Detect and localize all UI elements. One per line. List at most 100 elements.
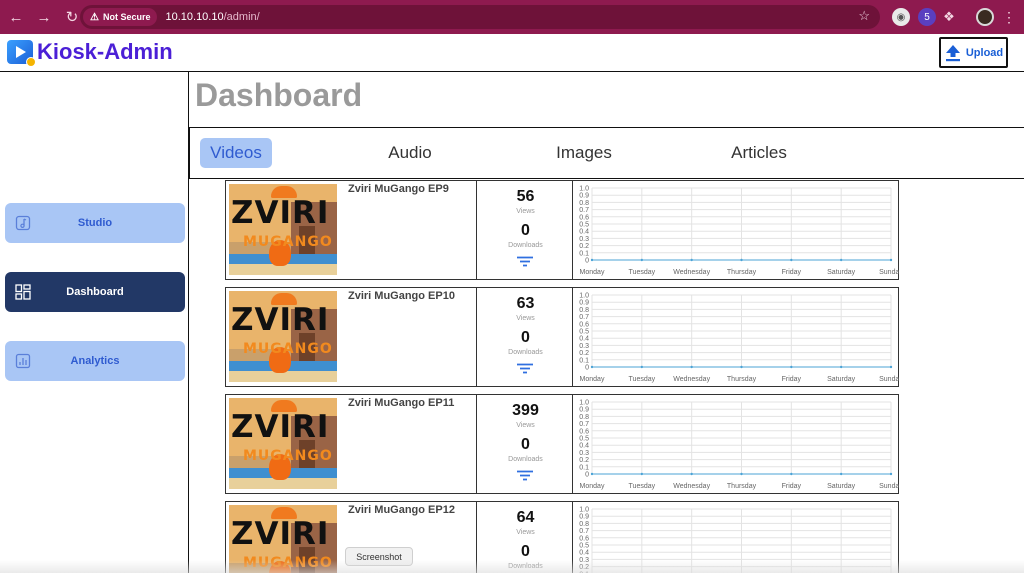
x-tick-label: Friday [782,376,802,383]
upload-icon [945,44,960,61]
video-stats: 56 Views 0 Downloads [476,181,573,279]
video-card[interactable]: ZVIRI MUGANGO Zviri MuGango EP11 399 Views 0 D… [225,394,899,494]
data-point [640,258,644,262]
y-tick-label: 1.0 [579,507,589,514]
browser-menu-icon[interactable]: ⋮ [1000,8,1018,26]
x-tick-label: Thursday [727,376,757,383]
app-header: Kiosk-Admin Upload [0,34,1024,72]
music-note-icon [15,215,31,231]
url-text[interactable]: 10.10.10.10/admin/ [165,11,259,23]
x-tick-label: Saturday [827,376,856,383]
data-point [640,472,644,476]
url-path: /admin/ [223,11,260,23]
data-point [690,258,693,262]
views-count: 56 [516,188,535,205]
weekly-views-chart: 1.00.90.80.70.60.50.40.30.20.10 Monday Tue… [574,181,899,279]
thumbnail-subtitle-text: MUGANGO [243,448,333,464]
views-label: Views [516,422,535,429]
puzzle-extensions-icon[interactable]: ❖ [940,8,958,26]
video-thumbnail[interactable]: ZVIRI MUGANGO [229,398,337,489]
sidebar-item-dashboard[interactable]: Dashboard [5,272,185,312]
y-tick-label: 0.8 [579,521,589,528]
y-tick-label: 0.3 [579,343,589,350]
dashboard-grid-icon [15,284,31,300]
x-tick-label: Saturday [827,269,856,276]
sidebar-item-studio[interactable]: Studio [5,203,185,243]
y-tick-label: 0.9 [579,300,589,307]
main-panel: Dashboard Videos Audio Images Articles Z… [189,72,1024,573]
y-tick-label: 0.9 [579,407,589,414]
thumbnail-title-text: ZVIRI [231,302,330,338]
x-tick-label: Monday [580,376,605,383]
data-point [889,258,893,262]
y-tick-label: 0.6 [579,535,589,542]
video-thumbnail[interactable]: ZVIRI MUGANGO [229,291,337,382]
tab-audio[interactable]: Audio [380,138,440,168]
y-tick-label: 0.7 [579,314,589,321]
views-label: Views [516,315,535,322]
filter-icon[interactable] [517,256,533,267]
y-tick-label: 0.4 [579,443,589,450]
x-tick-label: Friday [782,269,802,276]
data-point [590,258,594,262]
tab-images[interactable]: Images [548,138,620,168]
back-icon[interactable]: ← [4,5,28,29]
views-label: Views [516,208,535,215]
y-tick-label: 0 [585,258,589,265]
filter-icon[interactable] [517,363,533,374]
tab-articles[interactable]: Articles [720,138,798,168]
chart-svg: 1.00.90.80.70.60.50.40.30.20.10 Monday Tue… [579,400,899,491]
weekly-views-chart: 1.00.90.80.70.60.50.40.30.20.10 Monday Tue… [574,395,899,493]
sidebar-item-analytics[interactable]: Analytics [5,341,185,381]
y-tick-label: 0.9 [579,514,589,521]
security-indicator[interactable]: ⚠ Not Secure [83,8,158,26]
thumbnail-title-text: ZVIRI [231,195,330,231]
y-tick-label: 0.2 [579,457,589,464]
warning-icon: ⚠ [90,11,99,23]
sidebar-item-label: Analytics [70,355,120,367]
views-count: 399 [512,402,539,419]
x-tick-label: Thursday [727,483,757,490]
browser-toolbar: ← → ↻ ⚠ Not Secure 10.10.10.10/admin/ ☆ … [0,0,1024,34]
downloads-label: Downloads [508,349,543,356]
downloads-count: 0 [521,222,530,239]
data-point [690,365,693,369]
video-stats: 399 Views 0 Downloads [476,395,573,493]
tab-videos[interactable]: Videos [200,138,272,168]
bottom-fade [0,560,1024,573]
video-stats: 63 Views 0 Downloads [476,288,573,386]
y-tick-label: 0.2 [579,350,589,357]
extension-badge-icon[interactable]: 5 [918,8,936,26]
data-point [889,472,893,476]
data-point [590,365,594,369]
url-host: 10.10.10.10 [165,11,224,23]
forward-icon[interactable]: → [32,5,56,29]
media-tabs: Videos Audio Images Articles [189,127,1024,179]
data-point [839,365,843,369]
video-list[interactable]: ZVIRI MUGANGO Zviri MuGango EP9 56 Views 0 Dow… [189,180,1024,573]
filter-icon[interactable] [517,470,533,481]
x-tick-label: Monday [580,483,605,490]
y-tick-label: 0.7 [579,207,589,214]
y-tick-label: 0.4 [579,550,589,557]
y-tick-label: 0 [585,365,589,372]
shield-extension-icon[interactable]: ◉ [892,8,910,26]
video-thumbnail[interactable]: ZVIRI MUGANGO [229,184,337,275]
views-label: Views [516,529,535,536]
upload-label: Upload [965,46,1004,59]
address-bar[interactable]: ⚠ Not Secure 10.10.10.10/admin/ ☆ [80,5,880,29]
data-point [590,472,594,476]
data-point [839,258,843,262]
x-tick-label: Thursday [727,269,757,276]
x-tick-label: Sunday [879,376,899,383]
upload-button[interactable]: Upload [939,37,1008,68]
data-point [839,472,843,476]
video-card[interactable]: ZVIRI MUGANGO Zviri MuGango EP9 56 Views 0 Dow… [225,180,899,280]
extension-badge-count: 5 [924,11,930,23]
bookmark-star-icon[interactable]: ☆ [858,8,870,24]
downloads-count: 0 [521,329,530,346]
video-card[interactable]: ZVIRI MUGANGO Zviri MuGango EP10 63 Views 0 Do… [225,287,899,387]
x-tick-label: Wednesday [673,269,710,276]
profile-avatar[interactable] [976,8,994,26]
y-tick-label: 0.4 [579,229,589,236]
